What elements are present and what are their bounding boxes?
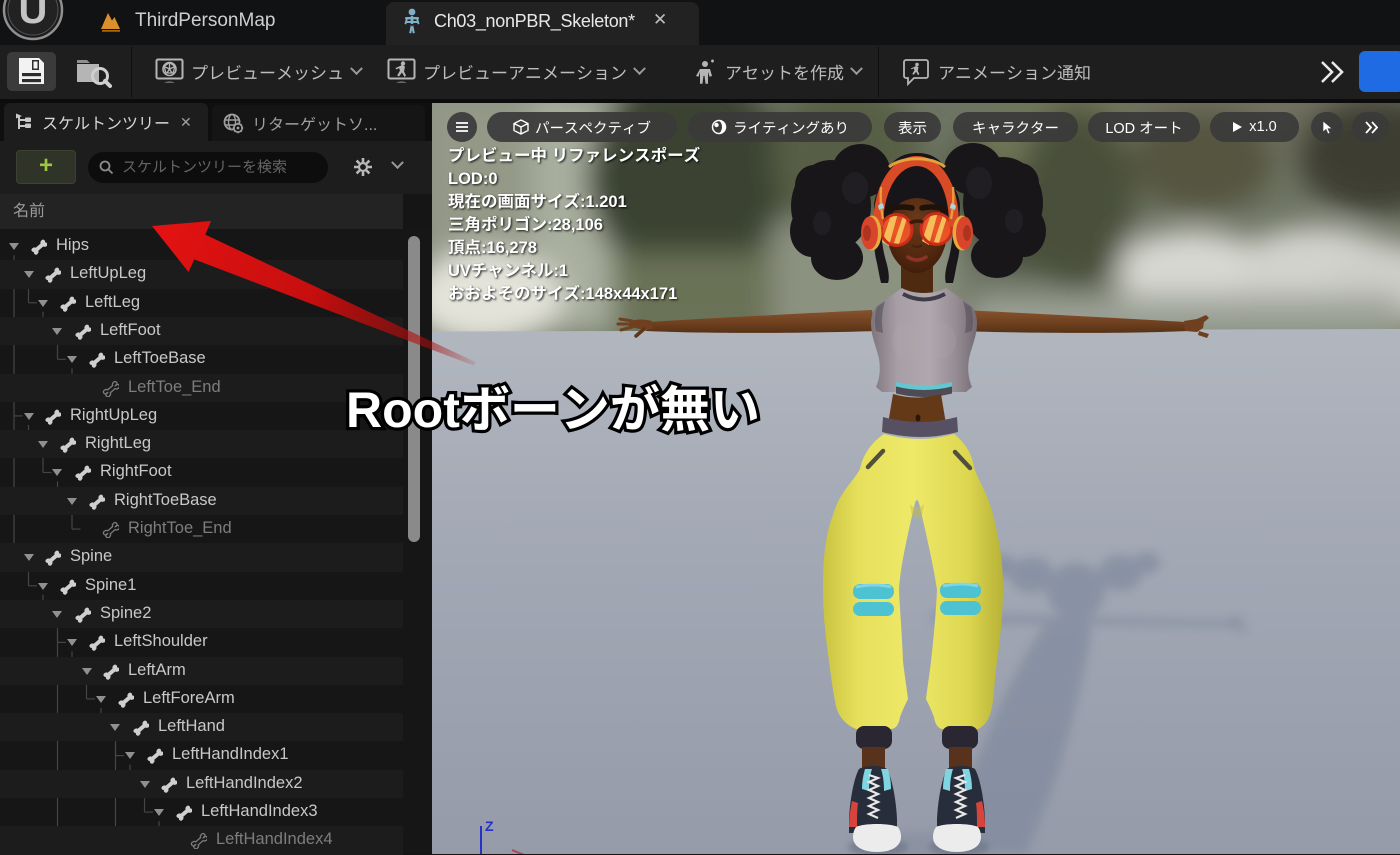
svg-text:U: U	[19, 0, 48, 32]
svg-text:Z: Z	[485, 818, 494, 834]
